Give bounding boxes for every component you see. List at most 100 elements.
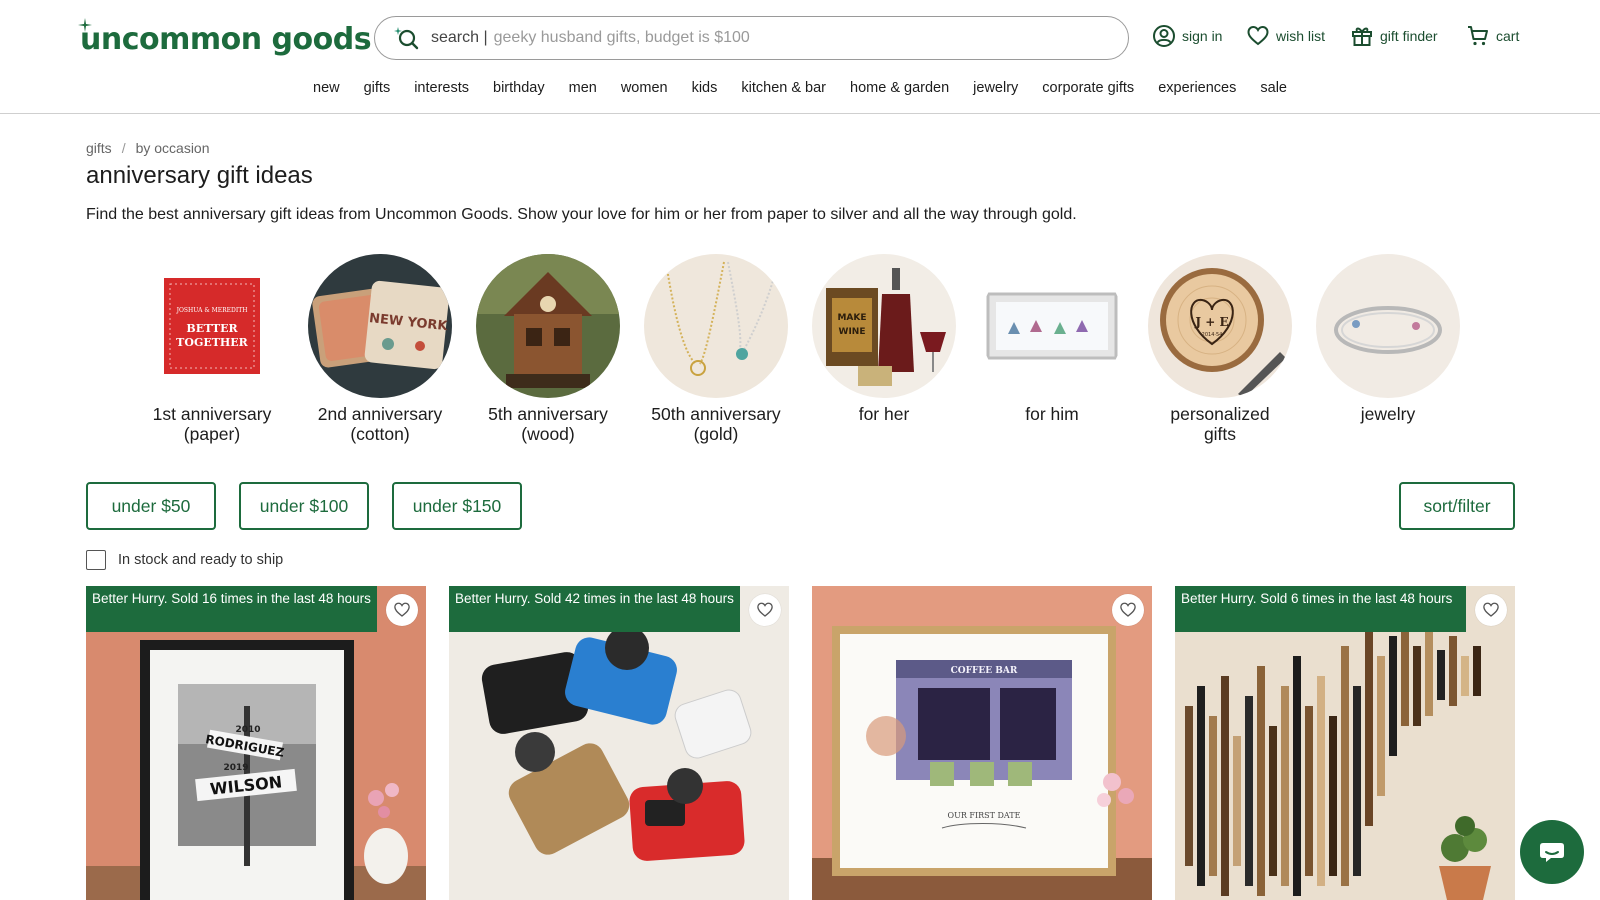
category-image-bracelet — [1316, 254, 1460, 398]
best-seller-badge: Better Hurry. Sold 16 times in the last … — [86, 586, 377, 632]
wishlist-button[interactable] — [386, 594, 418, 626]
card-text-together: TOGETHER — [176, 336, 249, 349]
product-card[interactable]: Better Hurry. Sold 42 times in the last … — [449, 586, 789, 900]
print-text-first-date: OUR FIRST DATE — [948, 811, 1021, 820]
heart-icon — [1483, 602, 1499, 617]
product-image-street-sign-print: 2010 RODRIGUEZ 2019 WILSON — [86, 586, 426, 900]
print-text-year-1: 2010 — [235, 725, 260, 735]
print-text-year-2: 2019 — [223, 763, 248, 773]
wish-list-link[interactable]: wish list — [1246, 22, 1325, 50]
page-description: Find the best anniversary gift ideas fro… — [86, 206, 1077, 223]
nav-item-birthday[interactable]: birthday — [481, 74, 557, 104]
product-image-wood-sound-wave — [1175, 586, 1515, 900]
category-personalized-gifts[interactable]: J + E 2014·54 personalized gifts — [1148, 254, 1292, 444]
nav-item-experiences[interactable]: experiences — [1146, 74, 1248, 104]
category-label: 5th anniversary (wood) — [488, 404, 608, 444]
sign-in-link[interactable]: sign in — [1152, 22, 1222, 50]
category-image-necklaces — [644, 254, 788, 398]
cart-link[interactable]: cart — [1466, 22, 1519, 50]
heart-icon — [394, 602, 410, 617]
site-logo[interactable]: uncommon goods — [78, 16, 372, 60]
search-label: search | — [431, 29, 488, 46]
category-image-cuckoo-clock — [476, 254, 620, 398]
wishlist-button[interactable] — [1475, 594, 1507, 626]
nav-item-kitchen-bar[interactable]: kitchen & bar — [729, 74, 838, 104]
category-label: 2nd anniversary (cotton) — [317, 404, 443, 444]
wish-list-label: wish list — [1276, 28, 1326, 44]
card-text-better: BETTER — [186, 322, 238, 335]
chat-button[interactable] — [1520, 820, 1584, 884]
breadcrumb-by-occasion[interactable]: by occasion — [136, 140, 210, 156]
breadcrumb: gifts / by occasion — [86, 140, 210, 156]
nav-item-men[interactable]: men — [557, 74, 609, 104]
heart-icon — [757, 602, 773, 617]
nav-item-gifts[interactable]: gifts — [352, 74, 403, 104]
print-text-coffee-bar: COFFEE BAR — [951, 666, 1018, 676]
chat-icon — [1540, 843, 1564, 862]
heart-icon — [1247, 25, 1269, 46]
site-header: uncommon goods search | sign in wish lis… — [0, 0, 1600, 114]
page-title: anniversary gift ideas — [86, 162, 313, 189]
gift-finder-link[interactable]: gift finder — [1350, 22, 1438, 50]
nav-item-interests[interactable]: interests — [402, 74, 481, 104]
category-1st-anniversary[interactable]: JOSHUA & MEREDITH BETTER TOGETHER 1st an… — [140, 254, 284, 444]
best-seller-badge: Better Hurry. Sold 42 times in the last … — [449, 586, 740, 632]
cart-icon — [1468, 26, 1488, 46]
category-label: 1st anniversary (paper) — [152, 404, 272, 444]
search-bar[interactable]: search | — [374, 16, 1129, 60]
category-image-framed-print — [980, 254, 1124, 398]
category-label: for him — [1025, 404, 1079, 424]
sign-in-label: sign in — [1182, 28, 1223, 44]
product-image-watercolor-print: COFFEE BAR OUR FIRST DATE — [812, 586, 1152, 900]
in-stock-label: In stock and ready to ship — [118, 552, 284, 568]
category-image-pillows: NEW YORK — [308, 254, 452, 398]
category-for-her[interactable]: MAKE WINE for her — [812, 254, 956, 444]
logo-text: uncommon goods — [80, 22, 372, 57]
category-5th-anniversary[interactable]: 5th anniversary (wood) — [476, 254, 620, 444]
category-image-wine-kit: MAKE WINE — [812, 254, 956, 398]
heart-icon — [1120, 602, 1136, 617]
category-for-him[interactable]: for him — [980, 254, 1124, 444]
search-input[interactable] — [493, 29, 1094, 47]
wine-box-text-wine: WINE — [839, 327, 866, 337]
nav-item-new[interactable]: new — [301, 74, 352, 104]
nav-item-corporate-gifts[interactable]: corporate gifts — [1030, 74, 1146, 104]
product-card[interactable]: Better Hurry. Sold 6 times in the last 4… — [1175, 586, 1515, 900]
filter-under-50-button[interactable]: under $50 — [86, 482, 216, 530]
product-image-stereo-viewers — [449, 586, 789, 900]
wine-box-text-make: MAKE — [837, 313, 866, 323]
main-nav: new gifts interests birthday men women k… — [0, 74, 1600, 104]
category-50th-anniversary[interactable]: 50th anniversary (gold) — [644, 254, 788, 444]
breadcrumb-separator: / — [121, 140, 126, 156]
wishlist-button[interactable] — [1112, 594, 1144, 626]
nav-item-jewelry[interactable]: jewelry — [961, 74, 1030, 104]
category-jewelry[interactable]: jewelry — [1316, 254, 1460, 444]
filter-under-150-button[interactable]: under $150 — [392, 482, 522, 530]
gift-finder-label: gift finder — [1380, 28, 1438, 44]
search-icon — [394, 27, 419, 50]
category-2nd-anniversary[interactable]: NEW YORK 2nd anniversary (cotton) — [308, 254, 452, 444]
card-text-names: JOSHUA & MEREDITH — [176, 307, 248, 314]
in-stock-filter[interactable]: In stock and ready to ship — [86, 550, 283, 570]
nav-item-kids[interactable]: kids — [680, 74, 730, 104]
in-stock-checkbox[interactable] — [86, 550, 106, 570]
wishlist-button[interactable] — [749, 594, 781, 626]
nav-item-sale[interactable]: sale — [1248, 74, 1299, 104]
nav-item-women[interactable]: women — [609, 74, 680, 104]
category-image-wood-slice: J + E 2014·54 — [1148, 254, 1292, 398]
category-label: personalized gifts — [1170, 404, 1270, 444]
category-label: for her — [858, 404, 910, 424]
nav-item-home-garden[interactable]: home & garden — [838, 74, 961, 104]
wood-slice-initials: J + E — [1194, 315, 1228, 329]
product-card[interactable]: COFFEE BAR OUR FIRST DATE — [812, 586, 1152, 900]
best-seller-badge: Better Hurry. Sold 6 times in the last 4… — [1175, 586, 1466, 632]
wood-slice-date: 2014·54 — [1202, 332, 1223, 338]
filter-under-100-button[interactable]: under $100 — [239, 482, 369, 530]
product-card[interactable]: 2010 RODRIGUEZ 2019 WILSON Better Hurry.… — [86, 586, 426, 900]
sort-filter-button[interactable]: sort/filter — [1399, 482, 1515, 530]
cart-label: cart — [1496, 28, 1520, 44]
breadcrumb-gifts[interactable]: gifts — [86, 140, 112, 156]
account-icon — [1153, 25, 1175, 47]
category-label: jewelry — [1360, 404, 1416, 424]
gift-icon — [1352, 27, 1372, 46]
